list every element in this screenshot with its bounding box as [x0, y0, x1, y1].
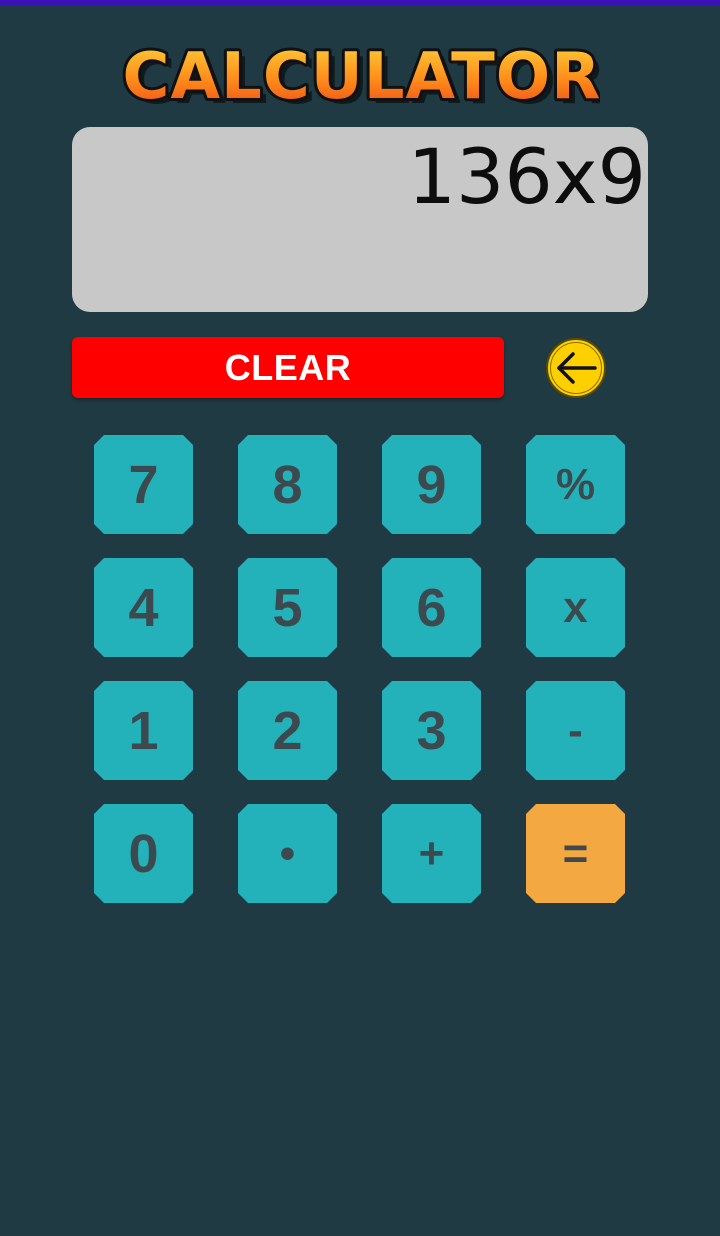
key-label: 8	[272, 454, 303, 515]
key-label: x	[563, 582, 588, 632]
logo-text: CALCULATOR	[123, 40, 600, 112]
key-decimal[interactable]: •	[238, 804, 337, 903]
key-label: 4	[128, 577, 159, 638]
key-3[interactable]: 3	[382, 681, 481, 780]
clear-button[interactable]: CLEAR	[72, 337, 504, 398]
key-2[interactable]: 2	[238, 681, 337, 780]
key-label: 3	[416, 700, 447, 761]
display-value: 136x9	[407, 132, 646, 221]
status-bar-strip	[0, 0, 720, 5]
key-8[interactable]: 8	[238, 435, 337, 534]
key-minus[interactable]: -	[526, 681, 625, 780]
key-6[interactable]: 6	[382, 558, 481, 657]
key-9[interactable]: 9	[382, 435, 481, 534]
key-label: 0	[128, 823, 159, 884]
app-logo: CALCULATOR CALCULATOR	[120, 32, 600, 112]
key-5[interactable]: 5	[238, 558, 337, 657]
key-label: =	[562, 828, 589, 878]
calculator-logo-graphic: CALCULATOR CALCULATOR	[120, 37, 600, 112]
key-1[interactable]: 1	[94, 681, 193, 780]
key-label: 1	[128, 700, 159, 761]
backspace-button[interactable]	[545, 337, 607, 399]
key-label: -	[568, 705, 583, 755]
result-display: 136x9	[72, 127, 648, 312]
key-label: 6	[416, 577, 447, 638]
key-plus[interactable]: +	[382, 804, 481, 903]
key-4[interactable]: 4	[94, 558, 193, 657]
key-label: +	[418, 828, 445, 878]
key-0[interactable]: 0	[94, 804, 193, 903]
key-label: 9	[416, 454, 447, 515]
clear-button-label: CLEAR	[224, 346, 352, 388]
key-label: %	[555, 459, 596, 509]
arrow-left-circle-icon	[546, 338, 606, 398]
key-percent[interactable]: %	[526, 435, 625, 534]
key-label: •	[279, 828, 296, 878]
key-multiply[interactable]: x	[526, 558, 625, 657]
key-7[interactable]: 7	[94, 435, 193, 534]
key-label: 2	[272, 700, 303, 761]
key-label: 7	[128, 454, 159, 515]
key-label: 5	[272, 577, 303, 638]
key-equals[interactable]: =	[526, 804, 625, 903]
